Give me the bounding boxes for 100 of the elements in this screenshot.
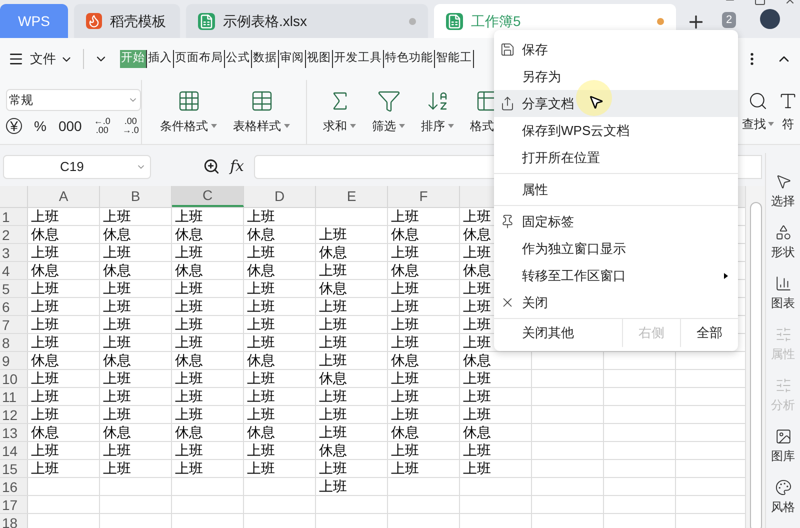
table-cell: 上班: [319, 424, 347, 441]
table-cell: 休息: [175, 226, 203, 243]
table-cell: 上班: [175, 244, 203, 261]
table-cell: 上班: [463, 316, 491, 333]
table-cell: 上班: [391, 334, 419, 351]
table-cell: 上班: [247, 460, 275, 477]
table-cell: 休息: [391, 424, 419, 441]
table-cell: 上班: [175, 316, 203, 333]
table-cell: 上班: [391, 370, 419, 387]
table-cell: 上班: [391, 244, 419, 261]
table-cell: 休息: [31, 226, 59, 243]
table-cell: 休息: [247, 262, 275, 279]
table-cell: 休息: [103, 352, 131, 369]
table-cell: 上班: [319, 406, 347, 423]
table-cell: 上班: [175, 388, 203, 405]
table-cell: 上班: [175, 442, 203, 459]
row-number: 12: [1, 406, 18, 422]
table-cell: 休息: [103, 424, 131, 441]
table-cell: 上班: [103, 370, 131, 387]
table-cell: 上班: [247, 316, 275, 333]
table-cell: 上班: [31, 316, 59, 333]
table-cell: 上班: [175, 280, 203, 297]
table-cell: 上班: [463, 370, 491, 387]
table-cell: 上班: [31, 280, 59, 297]
table-cell: 上班: [391, 298, 419, 315]
table-cell: 上班: [247, 244, 275, 261]
table-cell: 休息: [463, 352, 491, 369]
row-number: 4: [1, 262, 10, 278]
table-cell: 上班: [463, 460, 491, 477]
table-cell: 休息: [391, 226, 419, 243]
table-cell: 上班: [175, 208, 203, 225]
table-cell: 上班: [463, 298, 491, 315]
table-cell: 上班: [463, 442, 491, 459]
table-cell: 上班: [31, 208, 59, 225]
row-number: 8: [1, 334, 10, 350]
table-cell: 休息: [103, 226, 131, 243]
table-cell: 休息: [247, 226, 275, 243]
table-cell: 上班: [463, 244, 491, 261]
table-cell: 上班: [319, 226, 347, 243]
table-cell: 上班: [463, 406, 491, 423]
table-cell: 上班: [463, 280, 491, 297]
table-cell: 休息: [175, 262, 203, 279]
table-cell: 上班: [31, 244, 59, 261]
table-cell: 上班: [391, 208, 419, 225]
table-cell: 休息: [319, 280, 347, 297]
table-cell: 上班: [247, 406, 275, 423]
table-cell: 上班: [175, 334, 203, 351]
table-cell: 上班: [103, 406, 131, 423]
table-cell: 休息: [247, 424, 275, 441]
row-number: 5: [1, 280, 10, 296]
table-cell: 上班: [175, 298, 203, 315]
table-cell: 上班: [103, 442, 131, 459]
table-cell: 上班: [103, 244, 131, 261]
table-cell: 上班: [247, 208, 275, 225]
row-number: 3: [1, 244, 10, 260]
table-cell: 休息: [247, 352, 275, 369]
table-cell: 上班: [319, 478, 347, 495]
table-cell: 上班: [175, 370, 203, 387]
table-cell: 上班: [175, 406, 203, 423]
table-cell: 上班: [31, 334, 59, 351]
table-cell: 休息: [319, 442, 347, 459]
table-cell: 休息: [391, 262, 419, 279]
table-cell: 休息: [391, 352, 419, 369]
table-cell: 上班: [103, 316, 131, 333]
row-number: 18: [1, 514, 18, 528]
table-cell: 上班: [391, 442, 419, 459]
table-cell: 上班: [103, 208, 131, 225]
row-number: 6: [1, 298, 10, 314]
table-cell: 上班: [247, 388, 275, 405]
table-cell: 休息: [463, 226, 491, 243]
table-cell: 休息: [463, 424, 491, 441]
table-cell: 上班: [391, 460, 419, 477]
table-cell: 上班: [103, 298, 131, 315]
table-cell: 休息: [31, 262, 59, 279]
table-cell: 上班: [391, 406, 419, 423]
row-number: 10: [1, 370, 18, 386]
table-cell: 上班: [247, 280, 275, 297]
table-cell: 上班: [103, 280, 131, 297]
table-cell: 上班: [247, 442, 275, 459]
table-cell: 休息: [319, 370, 347, 387]
row-number: 15: [1, 460, 18, 476]
table-cell: 上班: [463, 388, 491, 405]
table-cell: 上班: [175, 460, 203, 477]
table-cell: 休息: [463, 262, 491, 279]
row-number: 14: [1, 442, 18, 458]
table-cell: 上班: [391, 388, 419, 405]
table-cell: 休息: [31, 352, 59, 369]
table-cell: 上班: [31, 460, 59, 477]
row-number: 13: [1, 424, 18, 440]
tab-label: 示例表格.xlsx: [223, 12, 308, 30]
row-number: 11: [1, 388, 17, 404]
table-cell: 上班: [391, 280, 419, 297]
table-cell: 上班: [319, 352, 347, 369]
table-cell: 上班: [247, 370, 275, 387]
table-cell: 上班: [247, 298, 275, 315]
row-number: 17: [1, 496, 18, 512]
table-cell: 休息: [175, 352, 203, 369]
table-cell: 上班: [319, 262, 347, 279]
table-cell: 上班: [319, 460, 347, 477]
table-cell: 上班: [463, 334, 491, 351]
